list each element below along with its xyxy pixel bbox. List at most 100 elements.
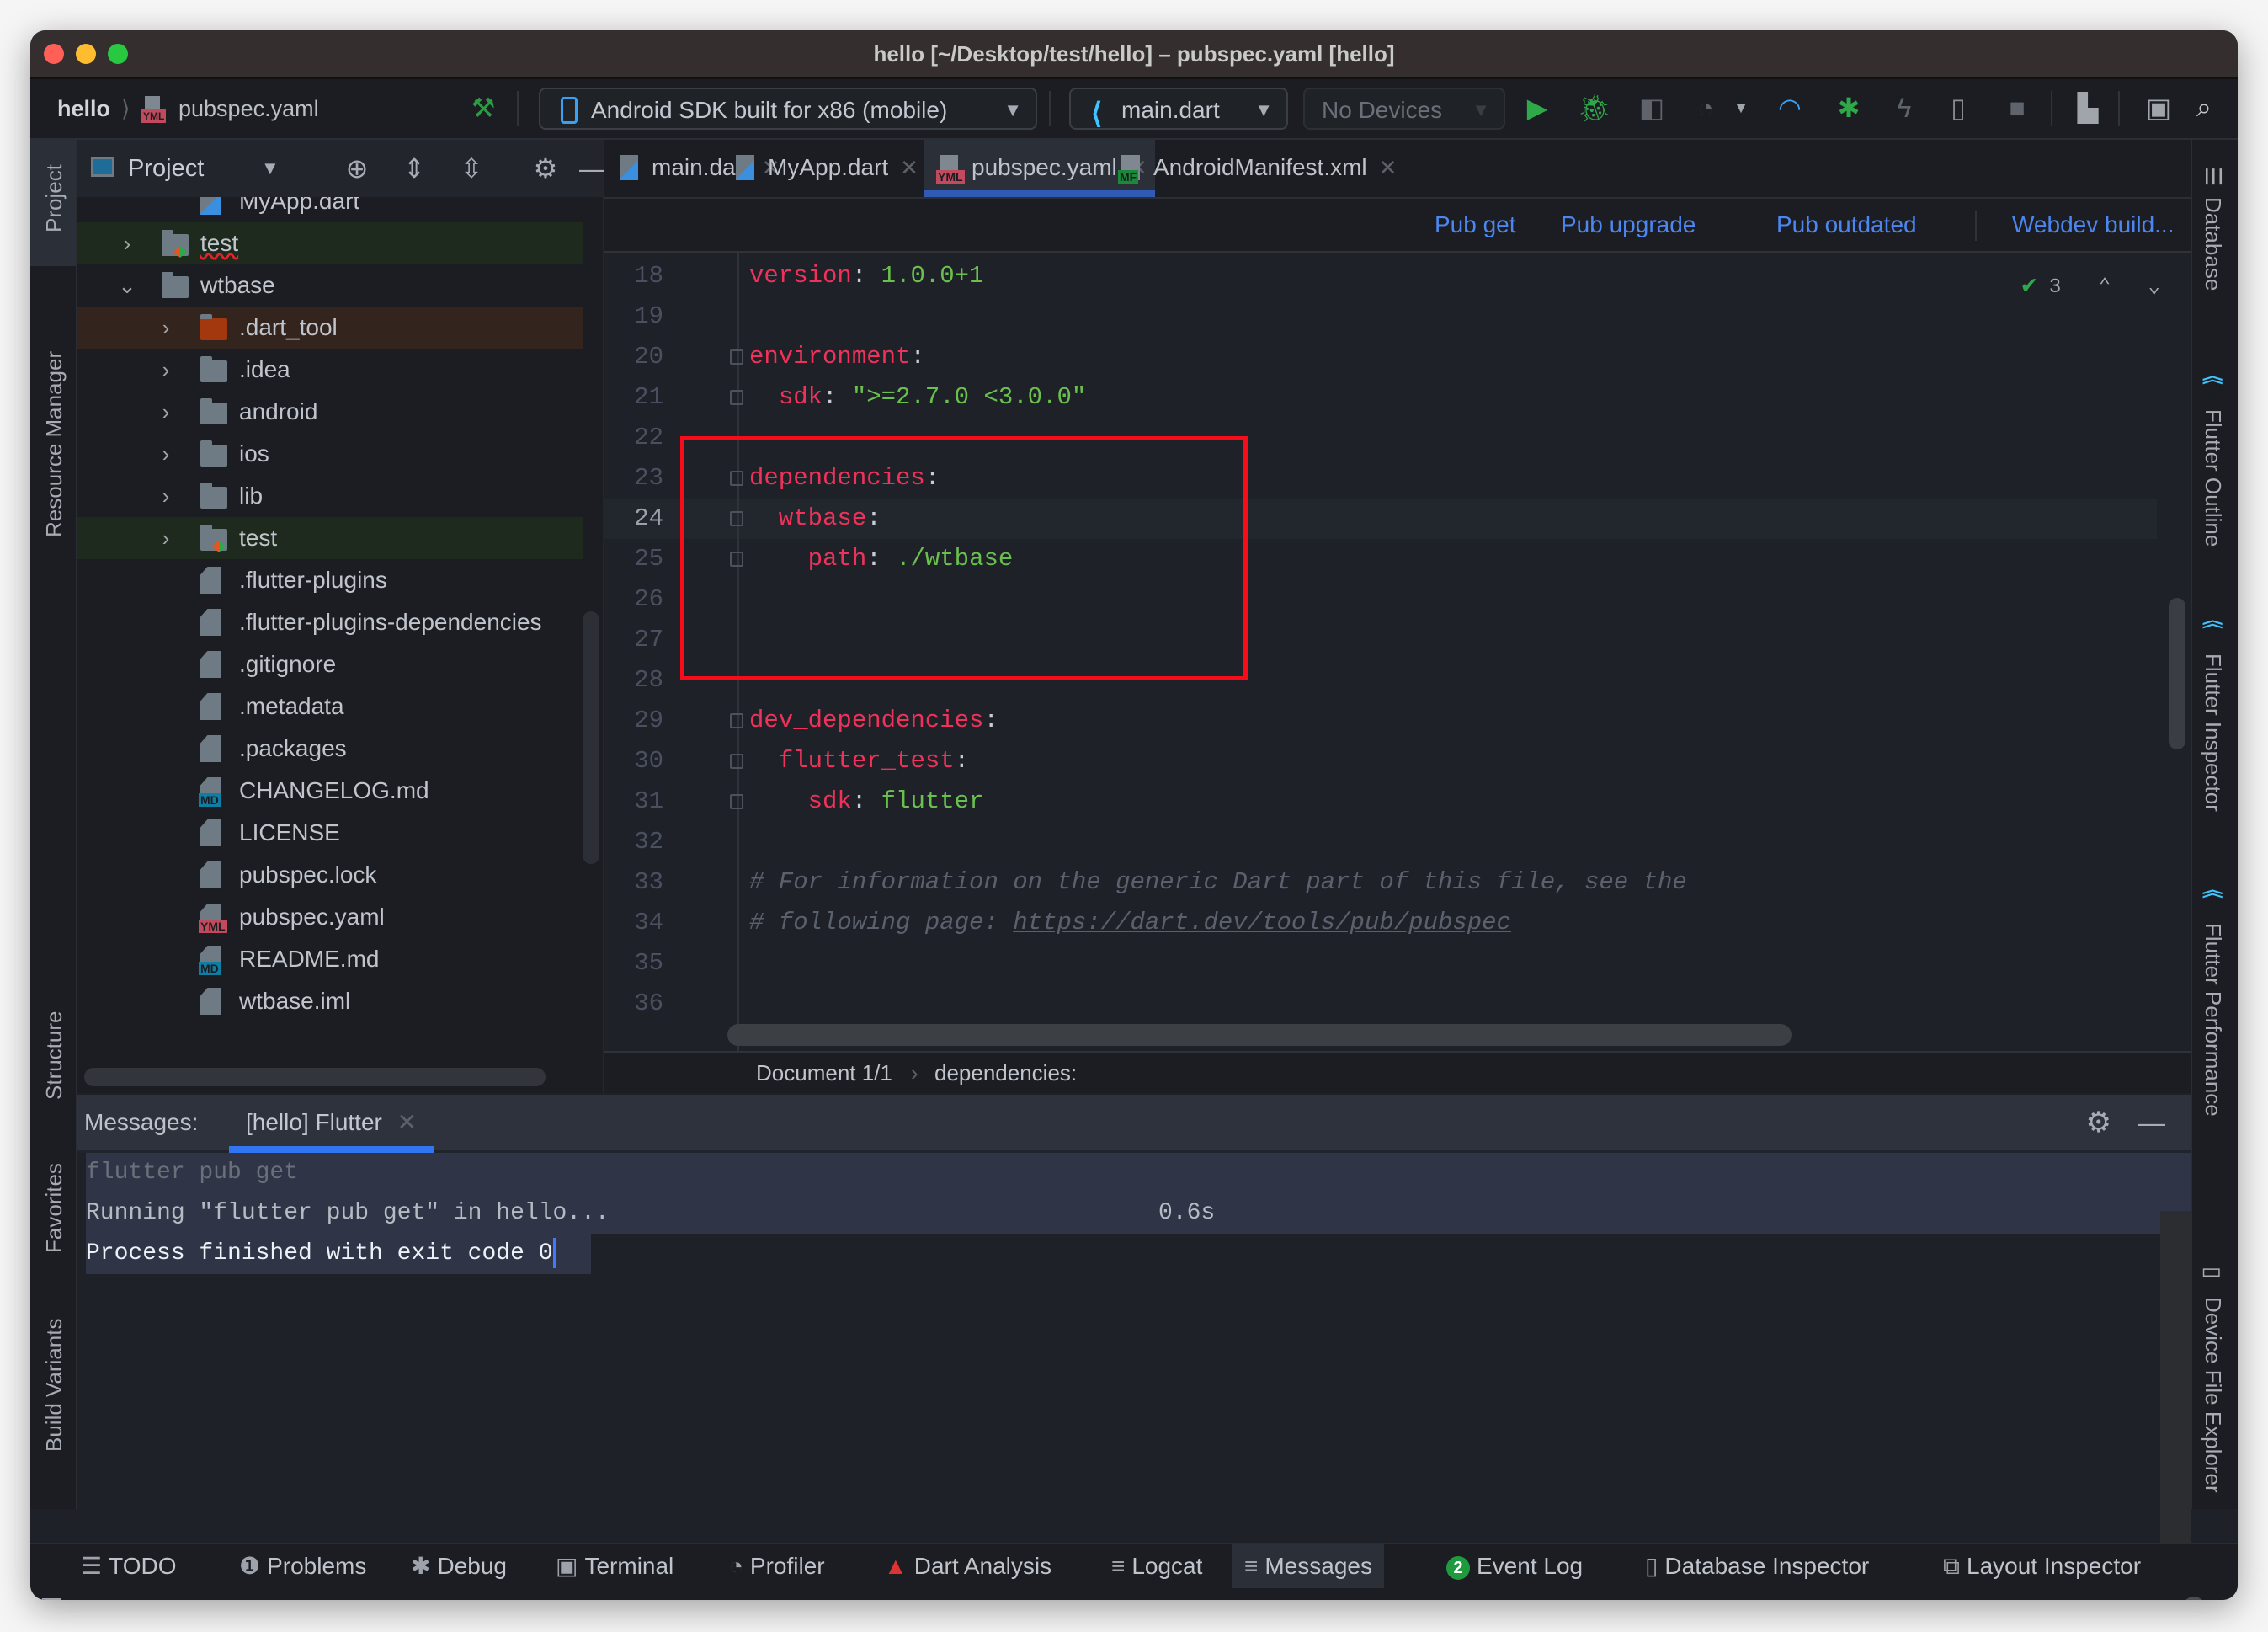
performance-icon[interactable]: ◠ [1773, 91, 1807, 125]
tree-item[interactable]: MyApp.dart [77, 197, 583, 222]
file-encoding[interactable]: UTF-8 [1694, 1588, 1759, 1600]
tree-item[interactable]: › .idea [77, 349, 583, 391]
lock-open-icon[interactable]: 🔓︎ [2135, 1588, 2150, 1600]
pub-outdated-link[interactable]: Pub outdated [1776, 199, 1917, 251]
run-icon[interactable]: ▶ [1520, 91, 1554, 125]
code-editor[interactable]: ✔ 3 ⌃ ⌄ 18 version: 1.0.0+1 19 20 environmen… [604, 253, 2191, 1051]
tool-tab-resource-manager[interactable]: Resource Manager [30, 317, 76, 552]
line-separator[interactable]: LF [1642, 1588, 1669, 1600]
debug-icon[interactable]: 🐞︎ [1578, 91, 1612, 125]
editor-tab-androidmanifest-xml[interactable]: MF AndroidManifest.xml ✕ [1106, 140, 1435, 197]
breadcrumb-project[interactable]: hello [57, 79, 110, 138]
profile-icon[interactable]: ◔ [1689, 91, 1722, 125]
chevron-right-icon[interactable]: › [114, 222, 140, 264]
bottom-tab-layout-inspector[interactable]: ⧉ Layout Inspector [1931, 1544, 2153, 1588]
tree-item[interactable]: MD CHANGELOG.md [77, 770, 583, 812]
fold-end-icon[interactable] [730, 794, 743, 809]
tool-tab-structure[interactable]: Structure [30, 965, 76, 1133]
tool-tab-database[interactable]: ☰ Database [2192, 148, 2238, 342]
profile-dropdown-icon[interactable]: ▼ [1724, 91, 1758, 125]
messages-console[interactable]: flutter pub get Running "flutter pub get… [77, 1153, 2191, 1543]
hot-restart-icon[interactable]: ϟ [1887, 91, 1921, 125]
chevron-right-icon[interactable]: › [153, 433, 178, 475]
project-tree-horizontal-scrollbar[interactable] [84, 1068, 546, 1086]
device-manager-icon[interactable]: ▯ [1941, 91, 1975, 125]
locate-file-icon[interactable]: ⊕ [340, 152, 374, 185]
editor-horizontal-scrollbar[interactable] [727, 1024, 1792, 1046]
tool-tab-build-variants[interactable]: Build Variants [30, 1302, 76, 1487]
comment-link[interactable]: https://dart.dev/tools/pub/pubspec [1013, 909, 1511, 936]
chevron-down-icon[interactable]: ⌄ [114, 264, 140, 307]
close-tab-icon[interactable]: ✕ [900, 155, 918, 180]
editor-vertical-scrollbar[interactable] [2169, 598, 2185, 749]
tool-tab-project[interactable]: Project [30, 140, 76, 266]
chevron-right-icon[interactable]: › [153, 475, 178, 517]
fold-end-icon[interactable] [730, 390, 743, 405]
toggle-tool-windows-icon[interactable] [42, 1598, 61, 1600]
inspection-widget[interactable]: ✔ 3 ⌃ ⌄ [2021, 269, 2160, 301]
attach-debugger-icon[interactable]: ◧ [1635, 91, 1669, 125]
breadcrumb-node[interactable]: dependencies: [934, 1053, 1077, 1093]
bottom-tab-terminal[interactable]: ▣ Terminal [544, 1544, 685, 1588]
tree-item[interactable]: › lib [77, 475, 583, 517]
caret-position[interactable]: 3:34 (172 chars, 2 line breaks) [1283, 1588, 1590, 1600]
chevron-right-icon[interactable]: › [153, 349, 178, 391]
tree-item[interactable]: .flutter-plugins [77, 559, 583, 601]
tree-item[interactable]: › test [77, 517, 583, 559]
bottom-tab-dart-analysis[interactable]: ▲ Dart Analysis [872, 1544, 1063, 1588]
hide-panel-icon[interactable]: — [2138, 1095, 2165, 1150]
bottom-tab-event-log[interactable]: 2 Event Log [1435, 1544, 1595, 1588]
project-view-selector[interactable]: Project [128, 140, 204, 197]
tool-tab-flutter-inspector[interactable]: ⟪ Flutter Inspector [2192, 611, 2238, 847]
tree-item[interactable]: pubspec.lock [77, 854, 583, 896]
tree-item[interactable]: .metadata [77, 685, 583, 728]
device-selector[interactable]: Android SDK built for x86 (mobile) ▼ [539, 88, 1037, 130]
previous-highlight-icon[interactable]: ⌃ [2099, 276, 2111, 299]
close-icon[interactable]: ✕ [397, 1109, 417, 1135]
project-structure-icon[interactable]: ▙ [2071, 91, 2105, 125]
breadcrumb-document[interactable]: Document 1/1 [756, 1053, 892, 1093]
tree-item[interactable]: › ios [77, 433, 583, 475]
tool-tab-flutter-performance[interactable]: ⟪ Flutter Performance [2192, 881, 2238, 1159]
indent-setting[interactable]: 2 spaces [1793, 1588, 1884, 1600]
tree-item[interactable]: ⌄ wtbase [77, 264, 583, 307]
bottom-tab-problems[interactable]: ❶ Problems [227, 1544, 378, 1588]
sdk-terminal-icon[interactable]: ▣ [2142, 91, 2175, 125]
json-schema[interactable]: Schema: pubspec [1918, 1588, 2100, 1600]
gear-icon[interactable]: ⚙ [2086, 1095, 2111, 1150]
tree-item[interactable]: MD README.md [77, 938, 583, 980]
messages-tab-hello-flutter[interactable]: [hello] Flutter ✕ [228, 1095, 434, 1153]
tree-item[interactable]: .gitignore [77, 643, 583, 685]
fold-collapse-icon[interactable] [730, 349, 743, 365]
project-tree-vertical-scrollbar[interactable] [583, 611, 599, 864]
tree-item[interactable]: › android [77, 391, 583, 433]
build-hammer-icon[interactable]: ⚒ [466, 91, 500, 125]
search-icon[interactable]: ⌕ [2187, 91, 2221, 125]
fold-end-icon[interactable] [730, 552, 743, 567]
bottom-tab-messages[interactable]: ≡ Messages [1232, 1544, 1384, 1588]
status-message[interactable]: Frameworks detected: Android framework i… [94, 1588, 900, 1600]
chevron-right-icon[interactable]: › [153, 391, 178, 433]
fold-collapse-icon[interactable] [730, 713, 743, 728]
bottom-tab-logcat[interactable]: ≡ Logcat [1099, 1544, 1214, 1588]
tree-item[interactable]: .packages [77, 728, 583, 770]
bottom-tab-todo[interactable]: ☰ TODO [69, 1544, 189, 1588]
console-vertical-scrollbar[interactable] [2160, 1211, 2191, 1543]
hot-reload-debug-icon[interactable]: ✱ [1832, 91, 1866, 125]
run-config-selector[interactable]: ⟨ main.dart ▼ [1069, 88, 1288, 130]
tool-tab-device-file-explorer[interactable]: ▯ Device File Explorer [2192, 1260, 2238, 1538]
expand-all-icon[interactable]: ⇕ [397, 152, 431, 185]
tree-item[interactable]: › .dart_tool [77, 307, 583, 349]
bottom-tab-debug[interactable]: ✱ Debug [399, 1544, 519, 1588]
tree-item[interactable]: .flutter-plugins-dependencies [77, 601, 583, 643]
pub-get-link[interactable]: Pub get [1435, 199, 1516, 251]
chevron-down-icon[interactable]: ▼ [261, 140, 280, 197]
bottom-tab-database-inspector[interactable]: ▯ Database Inspector [1633, 1544, 1881, 1588]
tool-tab-flutter-outline[interactable]: ⟪ Flutter Outline [2192, 367, 2238, 586]
chevron-right-icon[interactable]: › [153, 307, 178, 349]
bottom-tab-profiler[interactable]: ◔ Profiler [717, 1544, 837, 1588]
fold-collapse-icon[interactable] [730, 511, 743, 526]
stop-icon[interactable]: ■ [2000, 91, 2034, 125]
tree-item[interactable]: wtbase.iml [77, 980, 583, 1022]
webdev-build-link[interactable]: Webdev build... [2012, 199, 2175, 251]
